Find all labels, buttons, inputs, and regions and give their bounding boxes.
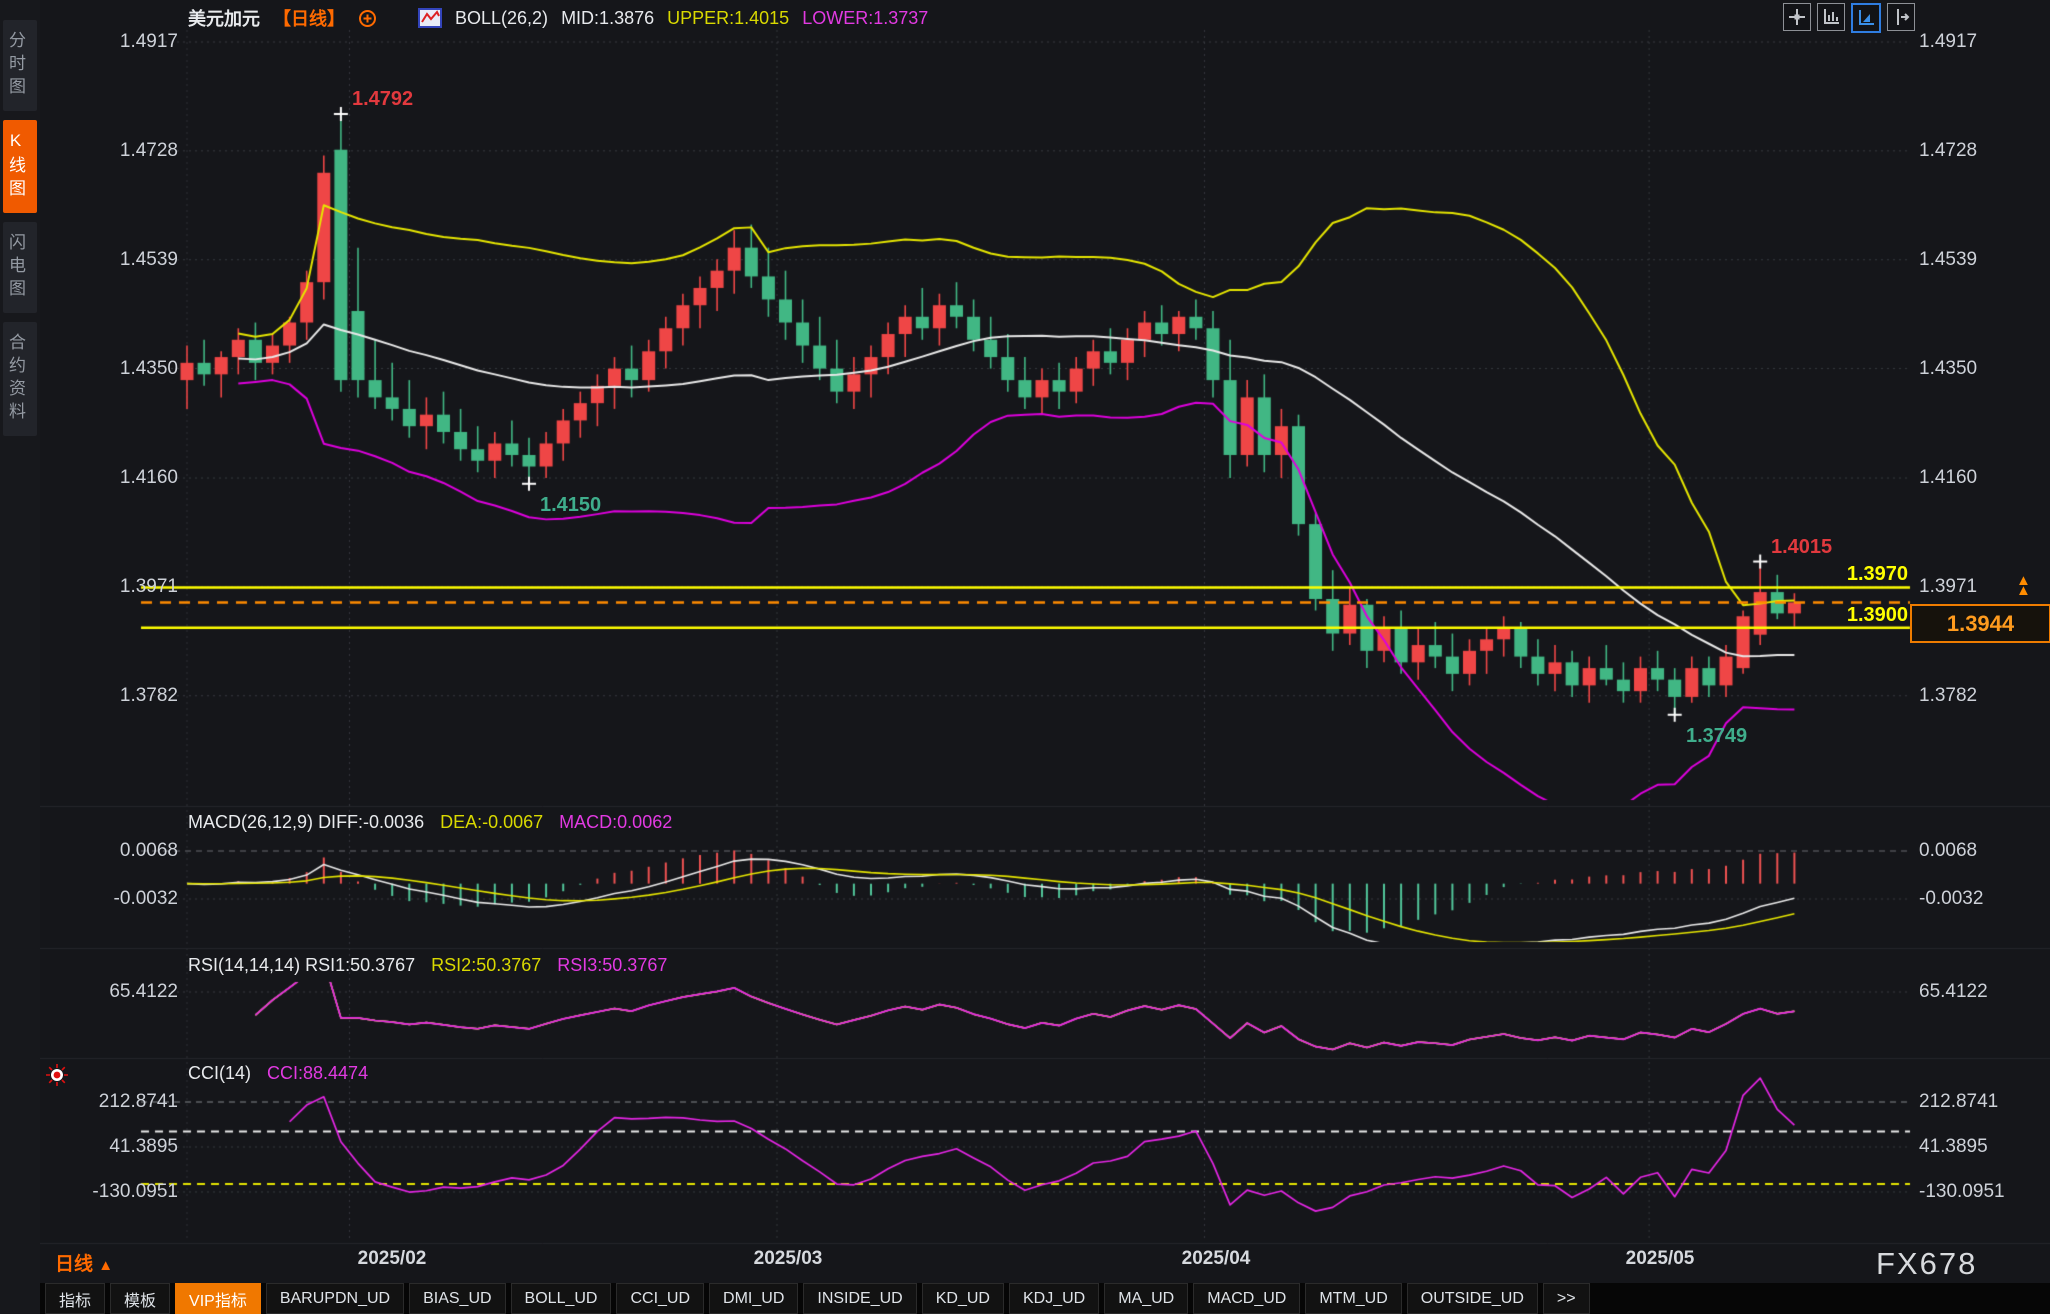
timeframe-label: 日线 (55, 1254, 93, 1275)
price-axis-label-left: 1.4539 (38, 250, 178, 270)
cci-header: CCI(14) CCI:88.4474 (188, 1063, 368, 1084)
tab-MACD_UD[interactable]: MACD_UD (1193, 1283, 1300, 1314)
period-badge[interactable]: 【日线】 (273, 5, 345, 31)
x-axis-month-label: 2025/04 (1182, 1248, 1251, 1270)
chart-canvas[interactable] (0, 0, 2050, 1314)
circle-plus-icon[interactable] (358, 9, 377, 28)
cci-axis-label-right: -130.0951 (1919, 1182, 2005, 1202)
tab-MTM_UD[interactable]: MTM_UD (1305, 1283, 1401, 1314)
tab-OUTSIDE_UD[interactable]: OUTSIDE_UD (1407, 1283, 1538, 1314)
sidebar: 分时图 K线图闪电图合约资料 (0, 0, 40, 1314)
sidebar-item-K线图[interactable]: K线图 (3, 120, 37, 213)
sidebar-item-合约资料[interactable]: 合约资料 (3, 322, 37, 436)
tab->>[interactable]: >> (1543, 1283, 1590, 1314)
indicator-chart-icon[interactable] (418, 8, 442, 28)
indicator-tabbar: 指标模板VIP指标BARUPDN_UDBIAS_UDBOLL_UDCCI_UDD… (40, 1283, 2050, 1314)
price-axis-label-left: 1.4350 (38, 359, 178, 379)
price-marker-label: 1.3749 (1686, 725, 1747, 748)
pan-chart-icon[interactable] (1887, 3, 1915, 31)
cci-axis-label-left: 41.3895 (38, 1137, 178, 1157)
line-chart-icon[interactable] (1851, 3, 1881, 33)
rsi-axis-label-right: 65.4122 (1919, 982, 1988, 1002)
rsi-name: RSI(14,14,14) (188, 955, 300, 975)
tab-KD_UD[interactable]: KD_UD (922, 1283, 1004, 1314)
x-axis-month-label: 2025/03 (754, 1248, 823, 1270)
macd-axis-label-left: -0.0032 (38, 889, 178, 909)
current-price-value: 1.3944 (1947, 611, 2014, 637)
tab-KDJ_UD[interactable]: KDJ_UD (1009, 1283, 1099, 1314)
macd-diff-value: DIFF:-0.0036 (318, 812, 424, 832)
macd-axis-label-right: 0.0068 (1919, 841, 1977, 861)
sidebar-item-分时图[interactable]: 分时图 (3, 20, 37, 111)
price-axis-label-right: 1.4160 (1919, 468, 1977, 488)
cci-axis-label-left: -130.0951 (38, 1182, 178, 1202)
boll-name: BOLL(26,2) (455, 8, 548, 29)
macd-header: MACD(26,12,9) DIFF:-0.0036 DEA:-0.0067 M… (188, 812, 672, 833)
price-axis-label-right: 1.4350 (1919, 359, 1977, 379)
price-axis-label-left: 1.3971 (38, 577, 178, 597)
tab-BOLL_UD[interactable]: BOLL_UD (511, 1283, 612, 1314)
macd-name: MACD(26,12,9) (188, 812, 313, 832)
tab-指标[interactable]: 指标 (45, 1283, 105, 1314)
hline-price-label: 1.3900 (1770, 604, 1908, 627)
tab-模板[interactable]: 模板 (110, 1283, 170, 1314)
rsi1-value: RSI1:50.3767 (305, 955, 415, 975)
x-axis-month-label: 2025/05 (1626, 1248, 1695, 1270)
price-marker-label: 1.4015 (1771, 536, 1832, 559)
price-axis-label-right: 1.4539 (1919, 250, 1977, 270)
axis-chart-icon[interactable] (1817, 3, 1845, 31)
macd-dea-value: DEA:-0.0067 (440, 812, 543, 833)
timeframe-selector[interactable]: 日线 ▲ (55, 1249, 113, 1276)
tab-BIAS_UD[interactable]: BIAS_UD (409, 1283, 505, 1314)
boll-lower-value: LOWER:1.3737 (802, 8, 928, 29)
sidebar-item-闪电图[interactable]: 闪电图 (3, 222, 37, 313)
live-dot-icon (44, 1062, 70, 1093)
price-axis-label-left: 1.4160 (38, 468, 178, 488)
tab-BARUPDN_UD[interactable]: BARUPDN_UD (266, 1283, 404, 1314)
cci-axis-label-right: 41.3895 (1919, 1137, 1988, 1157)
x-axis-month-label: 2025/02 (358, 1248, 427, 1270)
current-price-box: 1.3944 (1910, 604, 2050, 643)
tab-MA_UD[interactable]: MA_UD (1104, 1283, 1188, 1314)
boll-upper-value: UPPER:1.4015 (667, 8, 789, 29)
watermark: FX678 (1876, 1246, 1977, 1282)
symbol-title: 美元加元 (188, 5, 260, 31)
chart-toolbar (1783, 3, 1915, 33)
trading-app: 分时图 K线图闪电图合约资料 美元加元 【日线】 BOLL(26,2) MID:1… (0, 0, 2050, 1314)
macd-value: MACD:0.0062 (559, 812, 672, 833)
cci-axis-label-left: 212.8741 (38, 1092, 178, 1112)
cci-value: CCI:88.4474 (267, 1063, 368, 1084)
price-axis-label-right: 1.3971 (1919, 577, 1977, 597)
rsi2-value: RSI2:50.3767 (431, 955, 541, 976)
boll-mid-value: MID:1.3876 (561, 8, 654, 29)
move-icon[interactable] (1783, 3, 1811, 31)
price-axis-label-right: 1.4728 (1919, 141, 1977, 161)
price-marker-label: 1.4150 (540, 494, 601, 517)
hline-price-label: 1.3970 (1770, 563, 1908, 586)
macd-axis-label-right: -0.0032 (1919, 889, 1983, 909)
price-axis-label-right: 1.3782 (1919, 686, 1977, 706)
rsi3-value: RSI3:50.3767 (557, 955, 667, 976)
price-marker-label: 1.4792 (352, 88, 413, 111)
chevron-up-icon: ▲ (98, 1257, 113, 1274)
cci-name: CCI(14) (188, 1063, 251, 1084)
price-axis-label-left: 1.3782 (38, 686, 178, 706)
tab-DMI_UD[interactable]: DMI_UD (709, 1283, 798, 1314)
rsi-header: RSI(14,14,14) RSI1:50.3767 RSI2:50.3767 … (188, 955, 667, 976)
tab-VIP指标[interactable]: VIP指标 (175, 1283, 261, 1314)
price-up-arrows-icon: ▲▲ (2016, 576, 2031, 596)
tab-CCI_UD[interactable]: CCI_UD (616, 1283, 704, 1314)
price-axis-label-right: 1.4917 (1919, 32, 1977, 52)
price-axis-label-left: 1.4917 (38, 32, 178, 52)
macd-axis-label-left: 0.0068 (38, 841, 178, 861)
tab-INSIDE_UD[interactable]: INSIDE_UD (803, 1283, 916, 1314)
price-axis-label-left: 1.4728 (38, 141, 178, 161)
cci-axis-label-right: 212.8741 (1919, 1092, 1998, 1112)
rsi-axis-label-left: 65.4122 (38, 982, 178, 1002)
chart-header: 美元加元 【日线】 BOLL(26,2) MID:1.3876 UPPER:1.… (188, 5, 928, 31)
